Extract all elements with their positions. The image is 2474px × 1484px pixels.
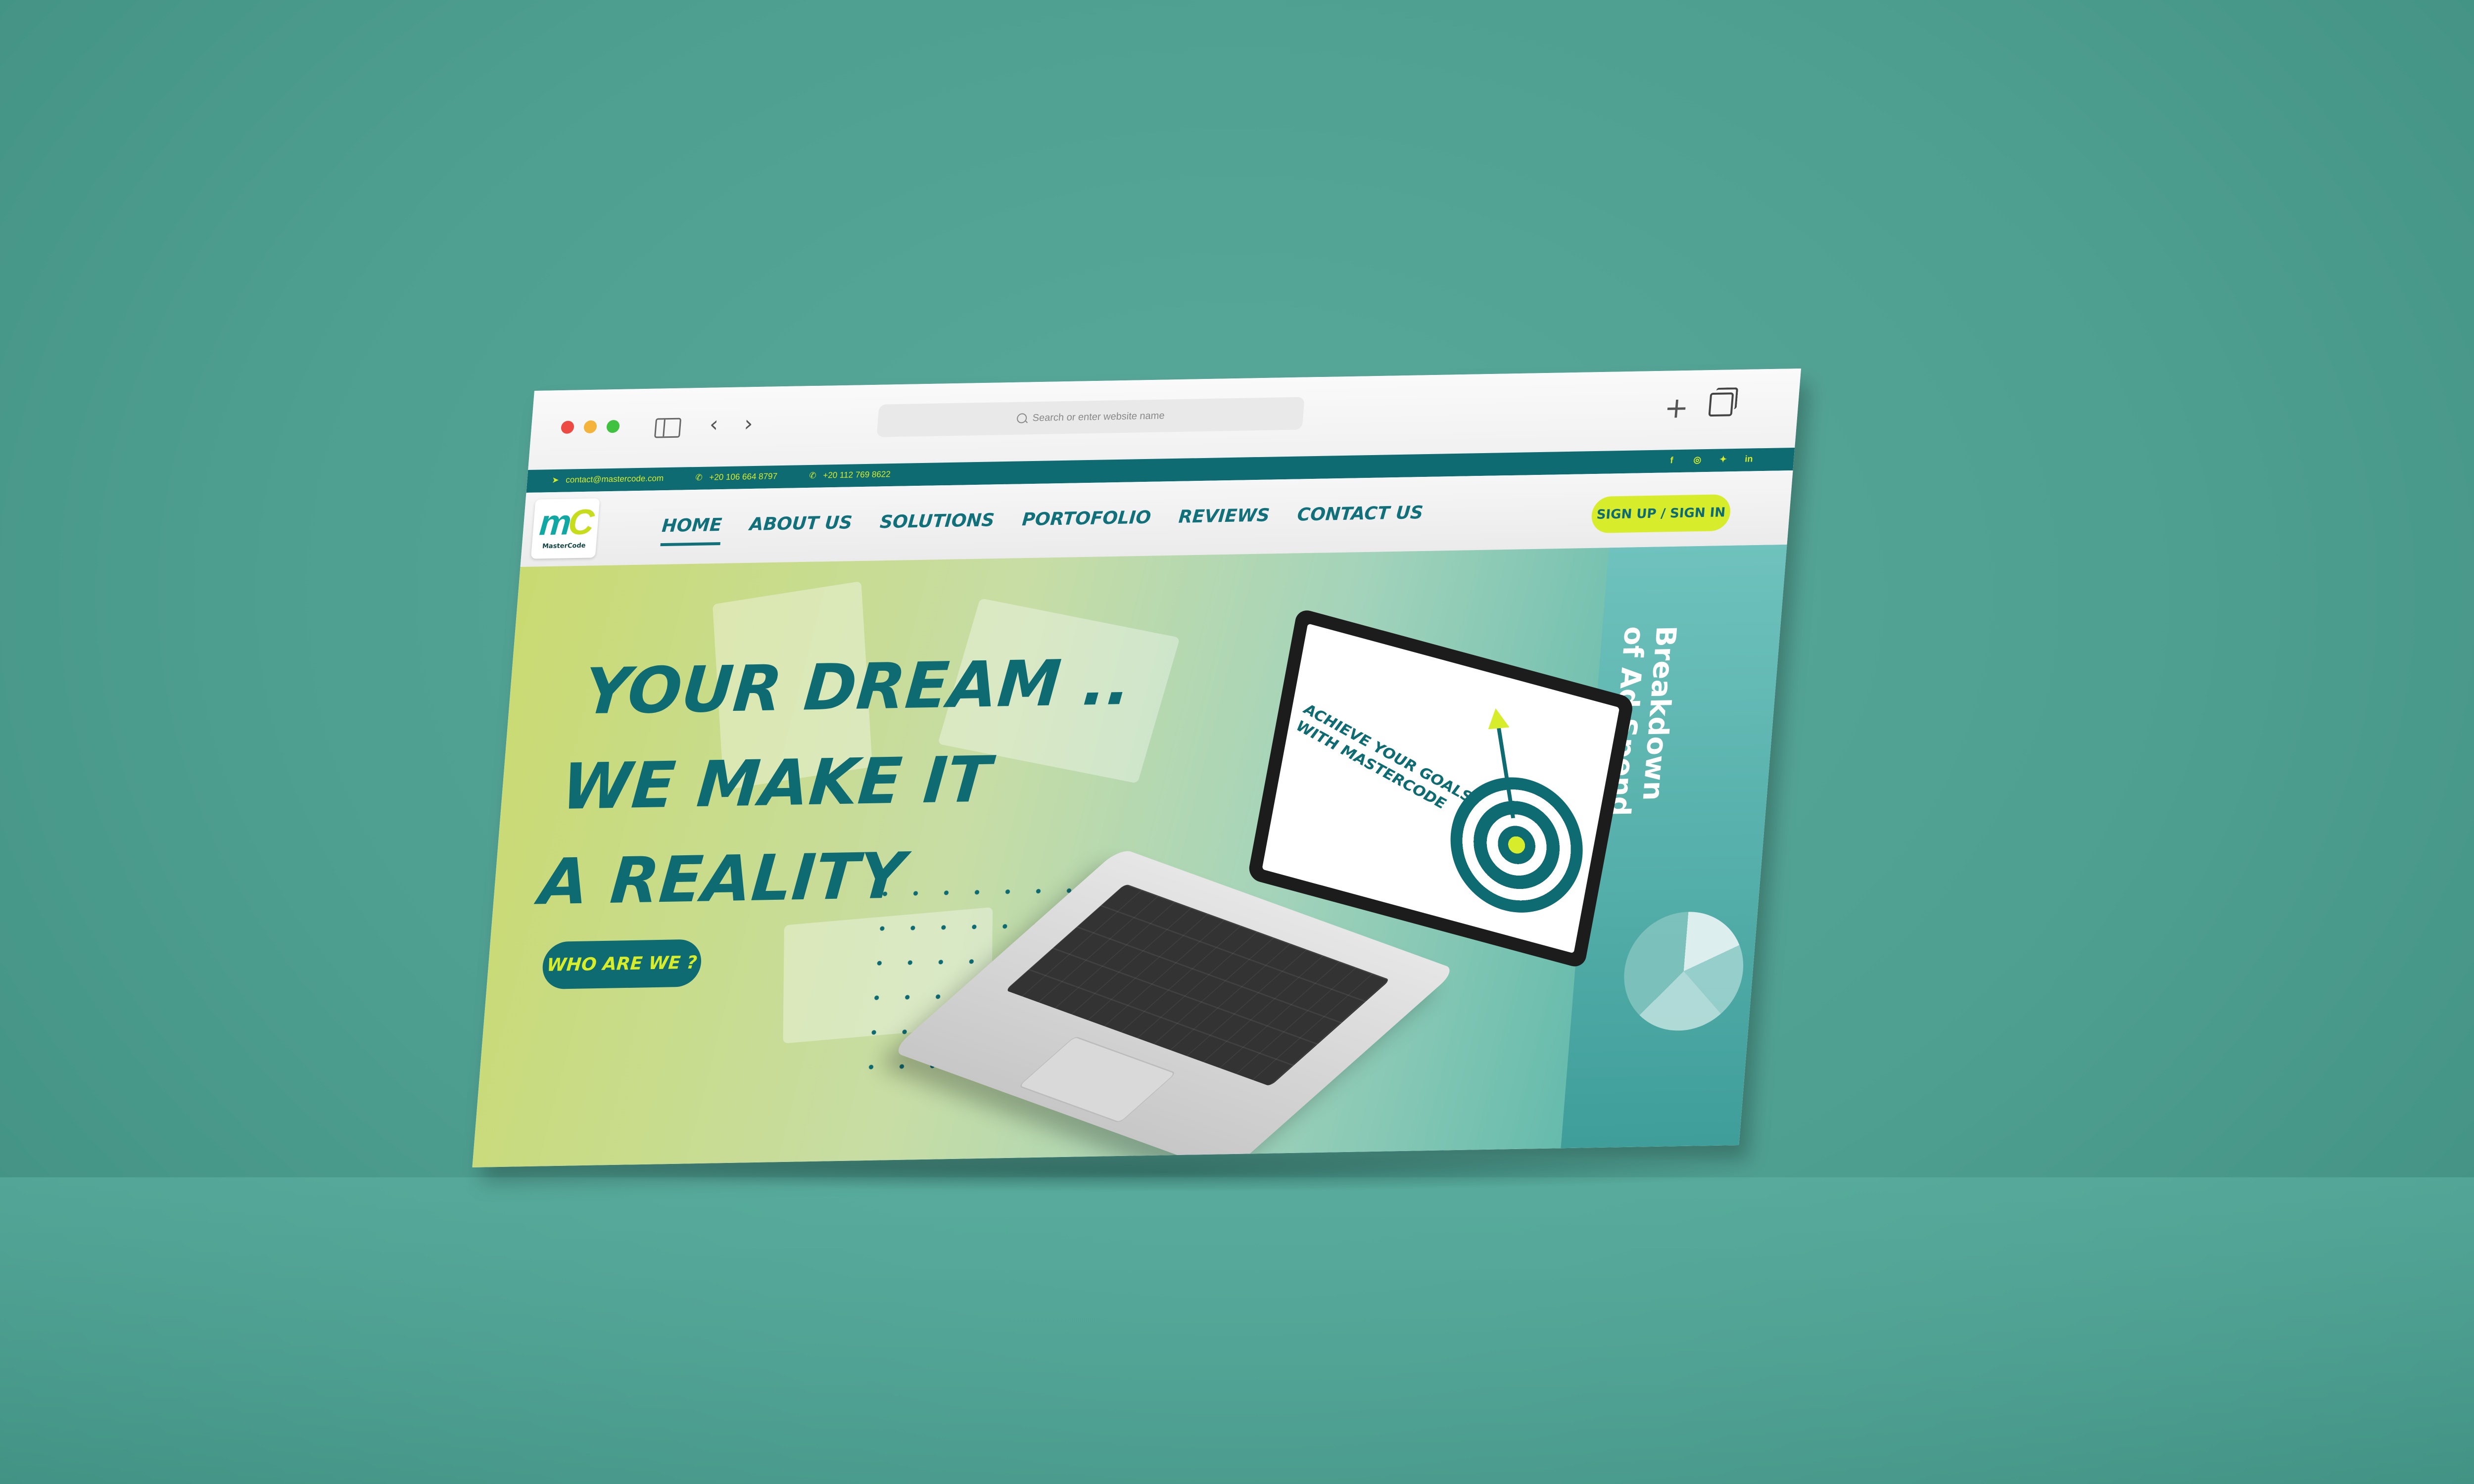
maximize-window-button[interactable] <box>606 419 620 433</box>
contact-phone-2[interactable]: +20 112 769 8622 <box>823 469 891 480</box>
twitter-icon[interactable]: ✦ <box>1716 453 1730 465</box>
tab-overview-icon[interactable] <box>1708 392 1734 417</box>
nav-contact-us[interactable]: CONTACT US <box>1296 503 1424 535</box>
main-nav: HOME ABOUT US SOLUTIONS PORTOFOLIO REVIE… <box>660 503 1424 546</box>
floor-backdrop <box>0 1177 2474 1484</box>
hero-line-3: A REALITY <box>536 839 908 920</box>
nav-portofolio[interactable]: PORTOFOLIO <box>1020 508 1152 540</box>
nav-reviews[interactable]: REVIEWS <box>1177 505 1270 537</box>
who-are-we-button[interactable]: WHO ARE WE ? <box>541 939 703 990</box>
hero-headline: YOUR DREAM .. WE MAKE IT A REALITY <box>536 635 1135 929</box>
laptop-screen-message: ACHIEVE YOUR GOALS WITH MASTERCODE <box>1293 700 1475 813</box>
logo-mark: mC <box>538 502 593 543</box>
contact-phone-1[interactable]: +20 106 664 8797 <box>709 471 778 482</box>
hero-line-2: WE MAKE IT <box>559 742 994 824</box>
facebook-icon[interactable]: f <box>1665 454 1678 466</box>
forward-arrow-icon[interactable]: › <box>743 411 754 436</box>
nav-about-us[interactable]: ABOUT US <box>748 512 853 545</box>
back-arrow-icon[interactable]: ‹ <box>709 412 719 437</box>
phone-icon-2: ✆ <box>809 470 817 480</box>
search-icon <box>1016 413 1027 423</box>
address-bar[interactable]: Search or enter website name <box>876 397 1305 437</box>
laptop-illustration: ACHIEVE YOUR GOALS WITH MASTERCODE <box>891 591 1675 1167</box>
sign-up-sign-in-button[interactable]: SIGN UP / SIGN IN <box>1590 494 1732 533</box>
logo-text: MasterCode <box>542 542 586 551</box>
phone-icon: ✆ <box>695 472 703 483</box>
browser-window: ‹ › Search or enter website name + ➤ con… <box>472 368 1802 1167</box>
linkedin-icon[interactable]: in <box>1742 452 1756 465</box>
new-tab-icon[interactable]: + <box>1663 391 1690 425</box>
close-window-button[interactable] <box>560 420 575 434</box>
laptop-screen: ACHIEVE YOUR GOALS WITH MASTERCODE <box>1262 623 1620 954</box>
contact-email[interactable]: contact@mastercode.com <box>566 473 664 485</box>
nav-solutions[interactable]: SOLUTIONS <box>878 510 996 542</box>
send-icon: ➤ <box>551 475 560 485</box>
hero-line-1: YOUR DREAM .. <box>581 645 1134 729</box>
laptop-touchpad <box>1018 1036 1177 1123</box>
hero-section: Breakdown of Ad Spend YOUR DREAM .. WE M… <box>472 544 1787 1167</box>
sidebar-toggle-icon[interactable] <box>654 417 682 438</box>
browser-mockup: ‹ › Search or enter website name + ➤ con… <box>472 368 1802 1167</box>
nav-home[interactable]: HOME <box>660 515 722 546</box>
instagram-icon[interactable]: ◎ <box>1690 453 1704 466</box>
site-logo[interactable]: mC MasterCode <box>530 498 600 559</box>
minimize-window-button[interactable] <box>583 420 598 434</box>
address-bar-placeholder: Search or enter website name <box>1032 410 1165 423</box>
